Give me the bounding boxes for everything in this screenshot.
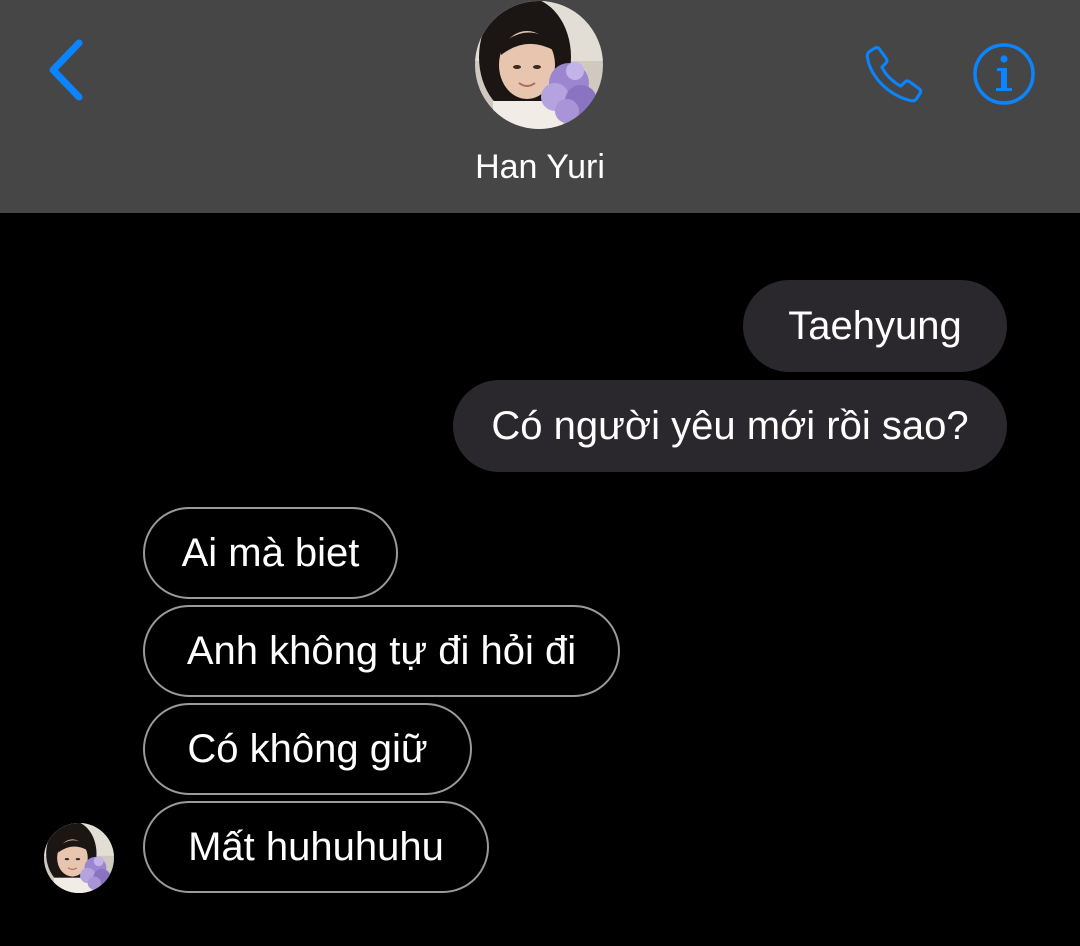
message-text: Anh không tự đi hỏi đi bbox=[186, 628, 577, 673]
phone-icon bbox=[865, 46, 923, 103]
message-text: Có người yêu mới rồi sao? bbox=[491, 403, 969, 448]
message-bubble-incoming[interactable]: Ai mà biet bbox=[143, 507, 398, 599]
chat-header: Han Yuri bbox=[0, 0, 1080, 213]
avatar-photo bbox=[475, 1, 603, 129]
sender-avatar[interactable] bbox=[44, 823, 114, 893]
info-button[interactable] bbox=[970, 40, 1038, 108]
chat-screen: Han Yuri Taehyung Có người yêu mới rồi s… bbox=[0, 0, 1080, 946]
message-text: Mất huhuhuhu bbox=[188, 824, 444, 869]
contact-name[interactable]: Han Yuri bbox=[0, 145, 1080, 189]
chevron-left-icon bbox=[49, 39, 83, 101]
contact-avatar[interactable] bbox=[475, 1, 603, 129]
message-bubble-incoming[interactable]: Anh không tự đi hỏi đi bbox=[143, 605, 620, 697]
back-button[interactable] bbox=[30, 32, 100, 108]
info-icon bbox=[973, 43, 1035, 105]
message-text: Ai mà biet bbox=[181, 530, 360, 575]
call-button[interactable] bbox=[856, 36, 932, 112]
message-bubble-incoming[interactable]: Mất huhuhuhu bbox=[143, 801, 489, 893]
message-bubble-outgoing[interactable]: Taehyung bbox=[743, 280, 1007, 372]
message-bubble-incoming[interactable]: Có không giữ bbox=[143, 703, 472, 795]
message-bubble-outgoing[interactable]: Có người yêu mới rồi sao? bbox=[453, 380, 1007, 472]
message-text: Taehyung bbox=[788, 303, 962, 348]
message-text: Có không giữ bbox=[187, 726, 428, 771]
avatar-photo bbox=[44, 823, 114, 893]
